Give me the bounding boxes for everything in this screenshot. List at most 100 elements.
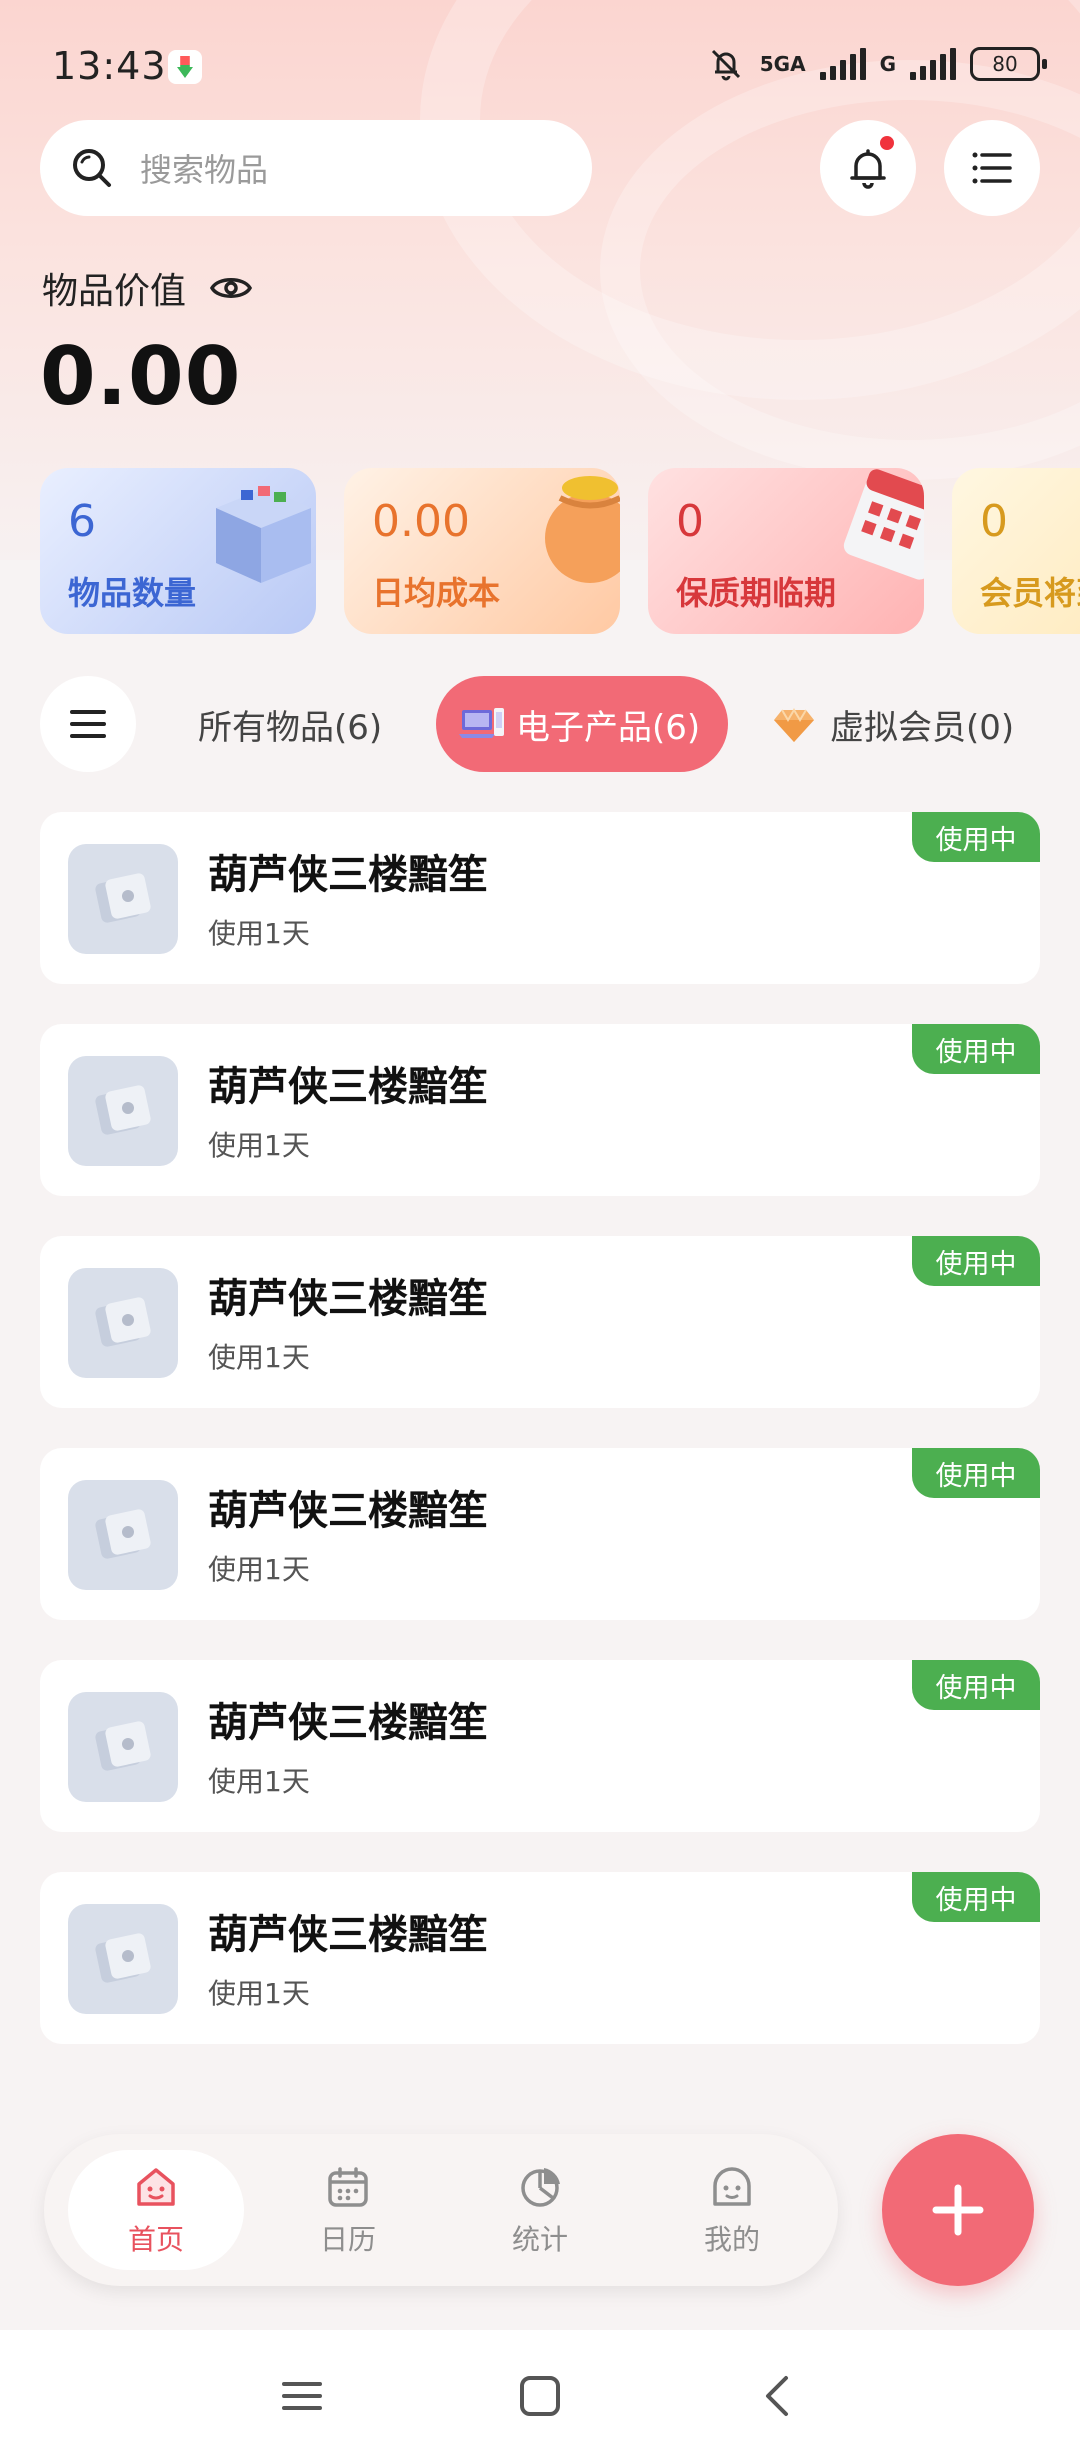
list-item[interactable]: 葫芦侠三楼黯笙 使用1天 使用中 — [40, 1448, 1040, 1620]
signal-icon-2 — [910, 48, 956, 80]
profile-face-icon — [713, 2167, 751, 2206]
item-title: 葫芦侠三楼黯笙 — [208, 852, 488, 898]
stat-value: 0.00 — [372, 496, 470, 547]
status-badge: 使用中 — [912, 1872, 1040, 1922]
item-title: 葫芦侠三楼黯笙 — [208, 1912, 488, 1958]
download-notification-icon — [168, 50, 202, 84]
stat-value: 6 — [68, 496, 96, 547]
tab-label: 所有物品(6) — [198, 707, 383, 748]
search-bar[interactable]: 搜索物品 — [40, 120, 592, 216]
nav-label: 日历 — [319, 2223, 376, 2256]
status-badge: 使用中 — [912, 1024, 1040, 1074]
pie-chart-icon — [521, 2168, 560, 2207]
item-list: 葫芦侠三楼黯笙 使用1天 使用中 葫芦侠三楼黯笙 使用1天 使用中 葫芦侠三楼黯… — [40, 812, 1040, 2084]
stat-label: 保质期临期 — [676, 574, 837, 612]
list-item[interactable]: 葫芦侠三楼黯笙 使用1天 使用中 — [40, 812, 1040, 984]
battery-icon: 80 — [970, 47, 1047, 81]
back-chevron-icon — [766, 2376, 788, 2416]
add-item-button[interactable] — [882, 2134, 1034, 2286]
box-illustration-icon — [216, 486, 311, 583]
item-usage: 使用1天 — [208, 1129, 310, 1162]
back-button[interactable] — [748, 2366, 808, 2426]
system-nav-bar — [0, 2330, 1080, 2460]
nav-home[interactable]: 首页 — [68, 2150, 244, 2270]
signal-icon-1 — [819, 48, 866, 80]
tab-label: 电子产品(6) — [516, 707, 701, 748]
stat-label: 物品数量 — [68, 574, 197, 612]
item-usage: 使用1天 — [208, 1553, 310, 1586]
tab-all-items[interactable]: 所有物品(6) — [198, 676, 382, 772]
item-thumbnail — [68, 1480, 178, 1590]
nav-label: 首页 — [127, 2223, 184, 2256]
laptop-icon — [459, 708, 504, 738]
diamond-icon — [774, 708, 814, 742]
stat-card-item-count[interactable]: 6 物品数量 — [40, 468, 316, 634]
list-item[interactable]: 葫芦侠三楼黯笙 使用1天 使用中 — [40, 1236, 1040, 1408]
status-bar: 13:43 5GA G 80 — [0, 0, 1080, 130]
item-title: 葫芦侠三楼黯笙 — [208, 1276, 488, 1322]
image-placeholder-icon — [95, 873, 151, 923]
item-usage: 使用1天 — [208, 1765, 310, 1798]
network-type-1: 5GA — [759, 52, 806, 76]
stat-card-membership-expiring[interactable]: 0 会员将到期 — [952, 468, 1080, 634]
list-item[interactable]: 葫芦侠三楼黯笙 使用1天 使用中 — [40, 1024, 1040, 1196]
item-usage: 使用1天 — [208, 1341, 310, 1374]
home-square-icon — [520, 2376, 560, 2416]
item-usage: 使用1天 — [208, 917, 310, 950]
item-thumbnail — [68, 1692, 178, 1802]
plus-icon — [932, 2184, 984, 2236]
notifications-button[interactable] — [820, 120, 916, 216]
list-item[interactable]: 葫芦侠三楼黯笙 使用1天 使用中 — [40, 1872, 1040, 2044]
status-badge: 使用中 — [912, 1448, 1040, 1498]
stat-card-expiring[interactable]: 0 保质期临期 — [648, 468, 924, 634]
recent-apps-icon — [282, 2382, 322, 2410]
calendar-illustration-icon — [843, 469, 924, 580]
search-icon — [73, 149, 111, 187]
tab-label: 虚拟会员(0) — [830, 707, 1015, 748]
value-amount: 0.00 — [40, 330, 242, 423]
item-title: 葫芦侠三楼黯笙 — [208, 1700, 488, 1746]
nav-calendar[interactable]: 日历 — [260, 2150, 436, 2270]
item-usage: 使用1天 — [208, 1977, 310, 2010]
status-badge: 使用中 — [912, 812, 1040, 862]
status-badge: 使用中 — [912, 1236, 1040, 1286]
calendar-icon — [328, 2167, 368, 2207]
bell-muted-icon — [711, 49, 740, 81]
stat-label: 会员将到期 — [980, 574, 1080, 612]
list-item[interactable]: 葫芦侠三楼黯笙 使用1天 使用中 — [40, 1660, 1040, 1832]
item-thumbnail — [68, 1056, 178, 1166]
stat-cards: 6 物品数量 0.00 日均成本 0 保质期临期 0 会员将到期 — [40, 468, 1080, 634]
nav-label: 我的 — [703, 2223, 760, 2256]
eye-icon[interactable] — [208, 265, 254, 311]
item-title: 葫芦侠三楼黯笙 — [208, 1488, 488, 1534]
nav-profile[interactable]: 我的 — [644, 2150, 820, 2270]
home-button[interactable] — [510, 2366, 570, 2426]
hamburger-icon — [70, 710, 106, 738]
menu-button[interactable] — [944, 120, 1040, 216]
value-label-row: 物品价值 — [42, 262, 254, 314]
nav-label: 统计 — [511, 2223, 568, 2256]
image-placeholder-icon — [95, 1297, 151, 1347]
value-label: 物品价值 — [42, 271, 187, 312]
nav-statistics[interactable]: 统计 — [452, 2150, 628, 2270]
notification-dot — [880, 136, 894, 150]
stat-value: 0 — [980, 496, 1008, 547]
tab-virtual-membership[interactable]: 虚拟会员(0) — [772, 676, 1014, 772]
bottom-nav: 首页 日历 统计 我的 — [44, 2134, 838, 2286]
tab-electronics[interactable]: 电子产品(6) — [436, 676, 728, 772]
stat-label: 日均成本 — [372, 574, 501, 612]
stat-card-daily-cost[interactable]: 0.00 日均成本 — [344, 468, 620, 634]
item-title: 葫芦侠三楼黯笙 — [208, 1064, 488, 1110]
home-face-icon — [137, 2168, 175, 2206]
item-thumbnail — [68, 844, 178, 954]
network-type-2: G — [879, 52, 896, 76]
search-placeholder: 搜索物品 — [140, 151, 269, 189]
image-placeholder-icon — [95, 1085, 151, 1135]
image-placeholder-icon — [95, 1721, 151, 1771]
status-time: 13:43 — [52, 44, 167, 88]
recent-apps-button[interactable] — [272, 2366, 332, 2426]
item-thumbnail — [68, 1268, 178, 1378]
image-placeholder-icon — [95, 1933, 151, 1983]
status-badge: 使用中 — [912, 1660, 1040, 1710]
category-menu-button[interactable] — [40, 676, 136, 772]
